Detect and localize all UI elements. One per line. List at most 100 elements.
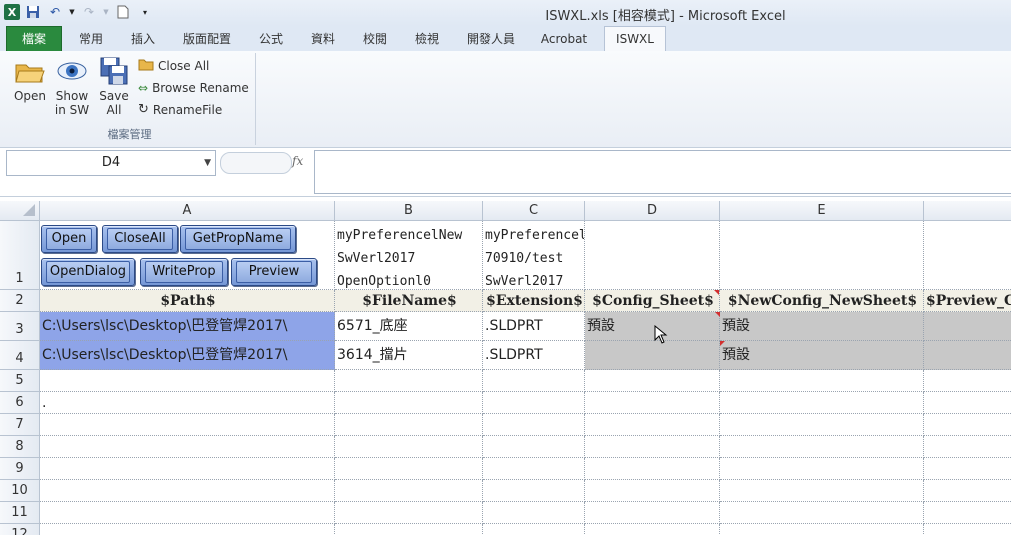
cell-a10[interactable] xyxy=(40,480,335,502)
cell-a3[interactable]: C:\Users\lsc\Desktop\巴登管焊2017\ xyxy=(40,312,335,341)
closeall-macro-button[interactable]: CloseAll xyxy=(102,225,178,253)
row-header-5[interactable]: 5 xyxy=(0,370,40,392)
cell-b9[interactable] xyxy=(335,458,483,480)
chevron-down-icon[interactable]: ▼ xyxy=(204,151,211,175)
column-header-b[interactable]: B xyxy=(335,201,483,221)
cell-e5[interactable] xyxy=(720,370,924,392)
row-header-11[interactable]: 11 xyxy=(0,502,40,524)
cell-f12[interactable] xyxy=(924,524,1011,535)
cell-a5[interactable] xyxy=(40,370,335,392)
writeprop-macro-button[interactable]: WriteProp xyxy=(140,258,228,286)
cell-d4[interactable] xyxy=(585,341,720,370)
cell-e4[interactable]: 預設 xyxy=(720,341,924,370)
cell-f3[interactable] xyxy=(924,312,1011,341)
header-cell-newconfig[interactable]: $NewConfig_NewSheet$ xyxy=(720,290,924,312)
cell-e8[interactable] xyxy=(720,436,924,458)
column-header-e[interactable]: E xyxy=(720,201,924,221)
cell-c1[interactable]: myPreferencel1 70910/test SwVerl2017 xyxy=(483,221,585,290)
preview-macro-button[interactable]: Preview xyxy=(231,258,317,286)
tab-data[interactable]: 資料 xyxy=(302,28,344,50)
cell-c3[interactable]: .SLDPRT xyxy=(483,312,585,341)
name-box[interactable]: D4 ▼ xyxy=(6,150,216,176)
cell-f10[interactable] xyxy=(924,480,1011,502)
row-header-7[interactable]: 7 xyxy=(0,414,40,436)
cell-b1[interactable]: myPreferencelNew SwVerl2017 OpenOptionl0 xyxy=(335,221,483,290)
header-cell-config-sheet[interactable]: $Config_Sheet$ xyxy=(585,290,720,312)
cell-b10[interactable] xyxy=(335,480,483,502)
tab-view[interactable]: 檢視 xyxy=(406,28,448,50)
getpropname-macro-button[interactable]: GetPropName xyxy=(180,225,296,253)
cell-e10[interactable] xyxy=(720,480,924,502)
tab-iswxl[interactable]: ISWXL xyxy=(604,26,666,51)
column-header-a[interactable]: A xyxy=(40,201,335,221)
opendialog-macro-button[interactable]: OpenDialog xyxy=(41,258,135,286)
cell-b5[interactable] xyxy=(335,370,483,392)
cell-e7[interactable] xyxy=(720,414,924,436)
row-header-9[interactable]: 9 xyxy=(0,458,40,480)
cell-c10[interactable] xyxy=(483,480,585,502)
cell-e9[interactable] xyxy=(720,458,924,480)
cell-d9[interactable] xyxy=(585,458,720,480)
cell-f6[interactable] xyxy=(924,392,1011,414)
row-header-12[interactable]: 12 xyxy=(0,524,40,535)
header-cell-preview[interactable]: $Preview_C xyxy=(924,290,1011,312)
row-header-2[interactable]: 2 xyxy=(0,290,40,312)
row-header-6[interactable]: 6 xyxy=(0,392,40,414)
cell-b7[interactable] xyxy=(335,414,483,436)
cell-b8[interactable] xyxy=(335,436,483,458)
cell-a12[interactable] xyxy=(40,524,335,535)
cell-f8[interactable] xyxy=(924,436,1011,458)
close-all-button[interactable]: Close All xyxy=(138,57,209,75)
tab-acrobat[interactable]: Acrobat xyxy=(534,28,594,50)
tab-review[interactable]: 校閱 xyxy=(354,28,396,50)
rename-file-button[interactable]: ↻ RenameFile xyxy=(138,101,222,119)
cell-c7[interactable] xyxy=(483,414,585,436)
cell-d5[interactable] xyxy=(585,370,720,392)
column-header-d[interactable]: D xyxy=(585,201,720,221)
cell-c5[interactable] xyxy=(483,370,585,392)
cell-d8[interactable] xyxy=(585,436,720,458)
cell-e1[interactable] xyxy=(720,221,924,290)
header-cell-filename[interactable]: $FileName$ xyxy=(335,290,483,312)
cell-c6[interactable] xyxy=(483,392,585,414)
cell-c4[interactable]: .SLDPRT xyxy=(483,341,585,370)
header-cell-extension[interactable]: $Extension$ xyxy=(483,290,585,312)
cell-b3[interactable]: 6571_底座 xyxy=(335,312,483,341)
cell-d11[interactable] xyxy=(585,502,720,524)
tab-page-layout[interactable]: 版面配置 xyxy=(176,28,238,50)
tab-formulas[interactable]: 公式 xyxy=(250,28,292,50)
show-in-sw-button[interactable]: Show in SW xyxy=(52,55,92,117)
row-header-10[interactable]: 10 xyxy=(0,480,40,502)
cell-f5[interactable] xyxy=(924,370,1011,392)
tab-developer[interactable]: 開發人員 xyxy=(460,28,522,50)
cell-b6[interactable] xyxy=(335,392,483,414)
cell-e11[interactable] xyxy=(720,502,924,524)
cell-d3[interactable]: 預設 xyxy=(585,312,720,341)
cell-b12[interactable] xyxy=(335,524,483,535)
cell-d1[interactable] xyxy=(585,221,720,290)
cell-f4[interactable] xyxy=(924,341,1011,370)
column-header-c[interactable]: C xyxy=(483,201,585,221)
cell-a7[interactable] xyxy=(40,414,335,436)
row-header-1[interactable]: 1 xyxy=(0,221,40,290)
cell-d10[interactable] xyxy=(585,480,720,502)
save-all-button[interactable]: Save All xyxy=(94,55,134,117)
cell-a6[interactable]: . xyxy=(40,392,335,414)
row-header-3[interactable]: 3 xyxy=(0,312,40,341)
cell-a9[interactable] xyxy=(40,458,335,480)
tab-file[interactable]: 檔案 xyxy=(6,26,62,52)
browse-rename-button[interactable]: ⇔ Browse Rename xyxy=(138,79,249,97)
cell-f7[interactable] xyxy=(924,414,1011,436)
tab-insert[interactable]: 插入 xyxy=(122,28,164,50)
cell-c12[interactable] xyxy=(483,524,585,535)
cell-e12[interactable] xyxy=(720,524,924,535)
cell-b4[interactable]: 3614_擋片 xyxy=(335,341,483,370)
open-macro-button[interactable]: Open xyxy=(41,225,97,253)
cell-d7[interactable] xyxy=(585,414,720,436)
cell-a8[interactable] xyxy=(40,436,335,458)
worksheet-grid[interactable]: A B C D E 1 2 3 4 5 6 7 8 9 10 11 12 myP… xyxy=(0,201,1011,535)
cell-e3[interactable]: 預設 xyxy=(720,312,924,341)
fx-icon[interactable]: fx xyxy=(292,154,303,168)
cell-d6[interactable] xyxy=(585,392,720,414)
cell-c9[interactable] xyxy=(483,458,585,480)
